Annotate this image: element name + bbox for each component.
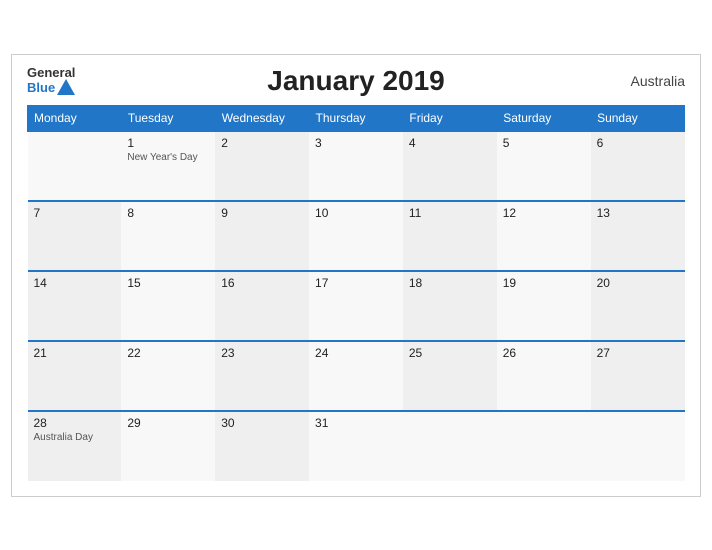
calendar-day-cell: 17	[309, 271, 403, 341]
day-number: 11	[409, 206, 491, 220]
day-number: 31	[315, 416, 397, 430]
day-number: 13	[597, 206, 679, 220]
day-number: 22	[127, 346, 209, 360]
day-number: 10	[315, 206, 397, 220]
day-number: 28	[34, 416, 116, 430]
calendar-day-cell: 24	[309, 341, 403, 411]
calendar-day-cell: 15	[121, 271, 215, 341]
day-number: 1	[127, 136, 209, 150]
day-number: 19	[503, 276, 585, 290]
calendar-day-cell: 2	[215, 131, 309, 201]
day-event-label: New Year's Day	[127, 152, 209, 163]
col-monday: Monday	[28, 105, 122, 131]
day-number: 8	[127, 206, 209, 220]
day-number: 29	[127, 416, 209, 430]
calendar-day-cell: 3	[309, 131, 403, 201]
calendar-day-cell: 20	[591, 271, 685, 341]
calendar-day-cell: 13	[591, 201, 685, 271]
day-number: 17	[315, 276, 397, 290]
calendar-day-cell: 19	[497, 271, 591, 341]
calendar-day-cell	[497, 411, 591, 481]
calendar-day-cell: 5	[497, 131, 591, 201]
logo: General Blue	[27, 66, 75, 95]
day-number: 14	[34, 276, 116, 290]
day-number: 26	[503, 346, 585, 360]
calendar-week-row: 1 New Year's Day 23456	[28, 131, 685, 201]
calendar-day-cell	[403, 411, 497, 481]
col-saturday: Saturday	[497, 105, 591, 131]
calendar-day-cell: 29	[121, 411, 215, 481]
calendar-day-cell: 6	[591, 131, 685, 201]
day-number: 9	[221, 206, 303, 220]
calendar-day-cell: 27	[591, 341, 685, 411]
day-number: 4	[409, 136, 491, 150]
calendar-week-row: 789 10 11 12 13	[28, 201, 685, 271]
col-friday: Friday	[403, 105, 497, 131]
day-number: 30	[221, 416, 303, 430]
day-number: 24	[315, 346, 397, 360]
calendar-day-cell: 8	[121, 201, 215, 271]
day-number: 25	[409, 346, 491, 360]
calendar-day-cell: 23	[215, 341, 309, 411]
calendar-header: General Blue January 2019 Australia	[27, 65, 685, 97]
day-number: 6	[597, 136, 679, 150]
day-number: 18	[409, 276, 491, 290]
calendar-day-cell: 10	[309, 201, 403, 271]
calendar-day-cell: 21	[28, 341, 122, 411]
calendar-day-cell: 31	[309, 411, 403, 481]
calendar-day-cell: 30	[215, 411, 309, 481]
logo-triangle-icon	[57, 79, 75, 95]
col-sunday: Sunday	[591, 105, 685, 131]
calendar: General Blue January 2019 Australia Mond…	[11, 54, 701, 497]
col-thursday: Thursday	[309, 105, 403, 131]
calendar-week-row: 28 Australia Day 29 30 31	[28, 411, 685, 481]
day-number: 16	[221, 276, 303, 290]
calendar-day-cell: 22	[121, 341, 215, 411]
col-wednesday: Wednesday	[215, 105, 309, 131]
day-number: 5	[503, 136, 585, 150]
col-tuesday: Tuesday	[121, 105, 215, 131]
calendar-day-cell: 25	[403, 341, 497, 411]
calendar-day-cell: 16	[215, 271, 309, 341]
calendar-week-row: 21 22 23 24 25 26 27	[28, 341, 685, 411]
calendar-day-cell: 12	[497, 201, 591, 271]
calendar-day-cell: 28 Australia Day	[28, 411, 122, 481]
calendar-title: January 2019	[27, 65, 685, 97]
calendar-day-cell: 7	[28, 201, 122, 271]
calendar-week-row: 14 15 16 17 18 19 20	[28, 271, 685, 341]
day-number: 2	[221, 136, 303, 150]
day-number: 7	[34, 206, 116, 220]
day-number: 12	[503, 206, 585, 220]
calendar-day-cell: 9	[215, 201, 309, 271]
day-number: 21	[34, 346, 116, 360]
calendar-country: Australia	[631, 73, 685, 89]
day-number: 15	[127, 276, 209, 290]
calendar-day-cell: 1 New Year's Day	[121, 131, 215, 201]
calendar-day-cell	[28, 131, 122, 201]
calendar-day-cell: 26	[497, 341, 591, 411]
day-number: 20	[597, 276, 679, 290]
calendar-grid: Monday Tuesday Wednesday Thursday Friday…	[27, 105, 685, 481]
calendar-day-cell: 11	[403, 201, 497, 271]
calendar-day-cell	[591, 411, 685, 481]
day-number: 23	[221, 346, 303, 360]
day-number: 27	[597, 346, 679, 360]
calendar-day-cell: 4	[403, 131, 497, 201]
calendar-day-cell: 18	[403, 271, 497, 341]
day-event-label: Australia Day	[34, 432, 116, 443]
calendar-header-row: Monday Tuesday Wednesday Thursday Friday…	[28, 105, 685, 131]
calendar-day-cell: 14	[28, 271, 122, 341]
logo-blue: Blue	[27, 81, 55, 95]
day-number: 3	[315, 136, 397, 150]
